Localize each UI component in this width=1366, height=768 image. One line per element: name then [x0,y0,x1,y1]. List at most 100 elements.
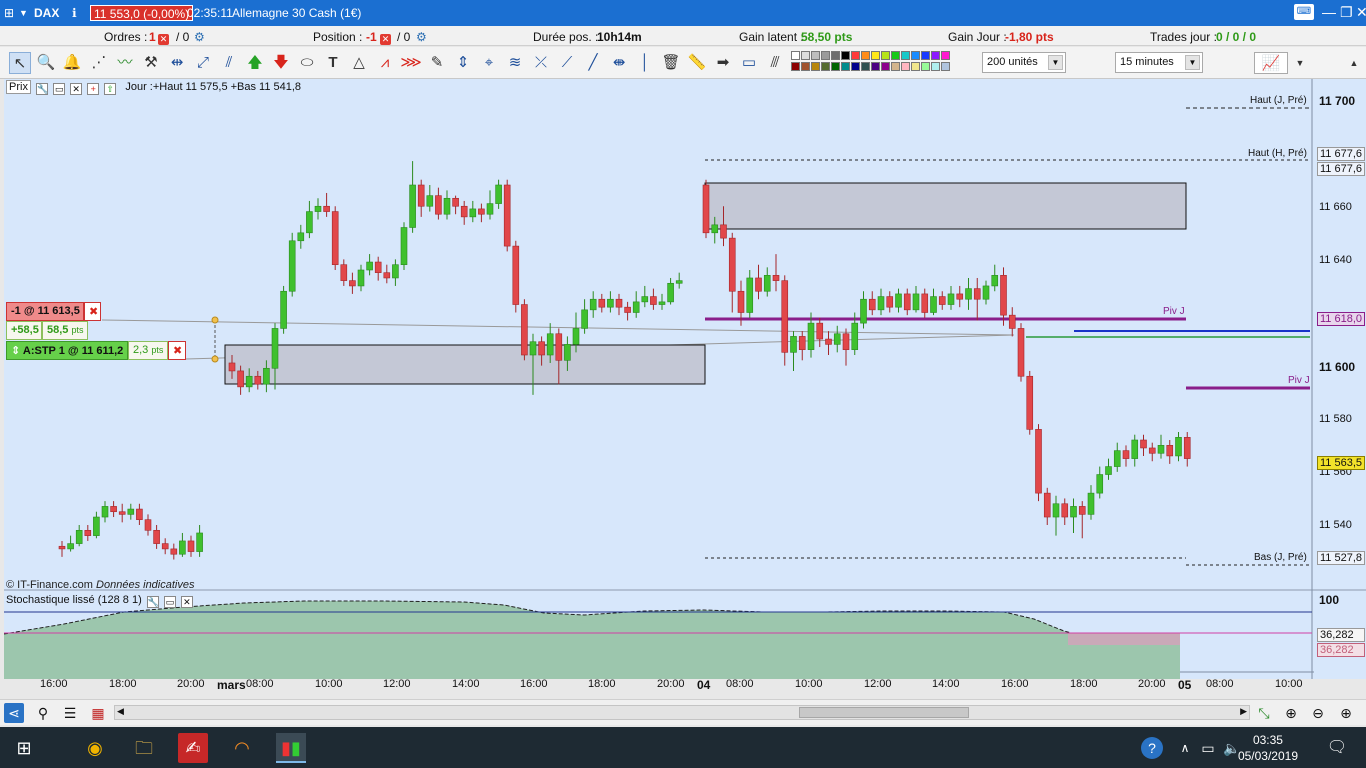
color-swatch[interactable] [891,62,900,71]
cross-line-icon[interactable]: ⤫ [530,52,552,74]
color-swatch[interactable] [901,62,910,71]
color-swatch[interactable] [911,62,920,71]
color-swatch[interactable] [941,62,950,71]
chrome-icon[interactable]: ◉ [80,733,110,763]
arrow-right-icon[interactable]: ➡ [712,52,734,74]
color-swatch[interactable] [861,51,870,60]
trash-icon[interactable]: 🗑 [660,52,682,74]
wrench-icon[interactable]: 🔧 [146,596,159,608]
pitchfork-tool-icon[interactable]: ⋙ [400,52,422,74]
timeframe-select[interactable]: 15 minutes ▼ [1115,52,1203,73]
scroll-left-icon[interactable]: ◀ [117,706,124,717]
indicators-menu-icon[interactable]: ▼ [1289,52,1311,74]
regression-tool-icon[interactable]: ⫻ [764,52,786,74]
color-swatch[interactable] [901,51,910,60]
color-swatch[interactable] [811,51,820,60]
help-icon[interactable]: ? [1141,737,1163,759]
wrench-icon[interactable]: 🔧 [36,83,48,95]
close-position-icon[interactable]: ✕ [380,30,391,45]
color-swatch[interactable] [851,62,860,71]
file-explorer-icon[interactable]: 🗀 [129,733,159,763]
position-settings-icon[interactable]: ⚙ [416,30,427,44]
prix-label[interactable]: Prix [6,80,31,94]
down-arrow-icon[interactable]: 🡇 [270,52,292,74]
minimize-button[interactable]: — [1322,4,1336,20]
color-swatch[interactable] [821,62,830,71]
add-icon[interactable]: + [87,83,100,95]
orange-app-icon[interactable]: ◠ [227,733,257,763]
color-swatch[interactable] [881,62,890,71]
color-swatch[interactable] [921,51,930,60]
share-icon[interactable]: ⋖ [4,703,24,723]
alert-bell-icon[interactable]: 🔔 [61,52,83,74]
color-swatch[interactable] [831,62,840,71]
table-icon[interactable]: ▦ [88,703,108,723]
color-swatch[interactable] [831,51,840,60]
price-chart[interactable]: Prix 🔧 ▭ ✕ + ⇧ Jour :+Haut 11 575,5 +Bas… [4,79,1366,692]
notification-icon[interactable]: 🗨 [1322,733,1352,763]
color-swatch[interactable] [791,62,800,71]
cancel-sell-order-icon[interactable]: ✖ [84,302,101,321]
info-icon[interactable]: ℹ [72,6,77,20]
color-swatch[interactable] [921,62,930,71]
triangle-tool-icon[interactable]: △ [348,52,370,74]
magnet-tool-icon[interactable]: ⌖ [478,52,500,74]
stop-drag-icon[interactable]: ⇕ [11,345,20,357]
ray-tool-icon[interactable]: ⟋ [556,52,578,74]
export-icon[interactable]: ⇧ [104,83,117,95]
trendlines-icon[interactable]: ⋰ [88,52,110,74]
scroll-right-icon[interactable]: ▶ [1240,706,1247,717]
color-swatch[interactable] [821,51,830,60]
color-swatch[interactable] [871,51,880,60]
color-palette[interactable] [791,51,951,75]
toolbar-scroll-icon[interactable]: ▲ [1343,52,1365,74]
indicators-icon[interactable]: 📈 [1254,52,1288,74]
color-swatch[interactable] [891,51,900,60]
trading-app-icon[interactable]: ✍ [178,733,208,763]
zoom-out-icon[interactable]: ⊖ [1308,703,1328,723]
zoom-fit-icon[interactable]: ⊕ [1281,703,1301,723]
hammer-tool-icon[interactable]: ⚒ [140,52,162,74]
color-swatch[interactable] [801,62,810,71]
color-swatch[interactable] [871,62,880,71]
stop-order-label[interactable]: ⇕ A:STP 1 @ 11 611,2 [6,341,128,360]
horizontal-line-icon[interactable]: ⇹ [166,52,188,74]
list-icon[interactable]: ☰ [60,703,80,723]
system-clock[interactable]: 03:35 05/03/2019 [1238,732,1298,764]
color-swatch[interactable] [931,62,940,71]
note-tool-icon[interactable]: ✎ [426,52,448,74]
vertical-line-icon[interactable]: ⇕ [452,52,474,74]
text-tool-icon[interactable]: T [322,52,344,74]
color-swatch[interactable] [881,51,890,60]
units-select[interactable]: 200 unités ▼ [982,52,1066,73]
close-button[interactable]: ✕ [1356,4,1366,21]
color-swatch[interactable] [791,51,800,60]
orders-settings-icon[interactable]: ⚙ [194,30,205,44]
network-icon[interactable]: ⚲ [33,703,53,723]
color-swatch[interactable] [861,62,870,71]
close-panel-icon[interactable]: ✕ [180,596,193,608]
color-swatch[interactable] [841,62,850,71]
maximize-icon[interactable]: ▭ [53,83,66,95]
up-arrow-icon[interactable]: 🡅 [244,52,266,74]
close-panel-icon[interactable]: ✕ [70,83,83,95]
scrollbar-thumb[interactable] [799,707,969,718]
sell-order-label[interactable]: -1 @ 11 613,5 [6,302,84,321]
zigzag-tool-icon[interactable]: ⩘ [374,52,396,74]
color-swatch[interactable] [841,51,850,60]
vline-tool-icon[interactable]: │ [634,52,656,74]
windows-start-icon[interactable]: ⊞ [9,733,39,763]
auto-scale-icon[interactable]: ⤡ [1254,703,1274,723]
pointer-tool-icon[interactable]: ↖ [9,52,31,74]
channel-tool-icon[interactable]: ⫽ [218,52,240,74]
ruler-icon[interactable]: 📏 [686,52,708,74]
prorealtime-icon[interactable]: ▮▮ [276,733,306,763]
zoom-in-icon[interactable]: ⊕ [1336,703,1356,723]
color-swatch[interactable] [811,62,820,71]
fibonacci-tool-icon[interactable]: ≋ [504,52,526,74]
restore-button[interactable]: ❐ [1340,4,1353,21]
range-tool-icon[interactable]: ⇼ [608,52,630,74]
cancel-stop-order-icon[interactable]: ✖ [168,341,186,360]
rectangle-tool-icon[interactable]: ▭ [738,52,760,74]
color-swatch[interactable] [931,51,940,60]
